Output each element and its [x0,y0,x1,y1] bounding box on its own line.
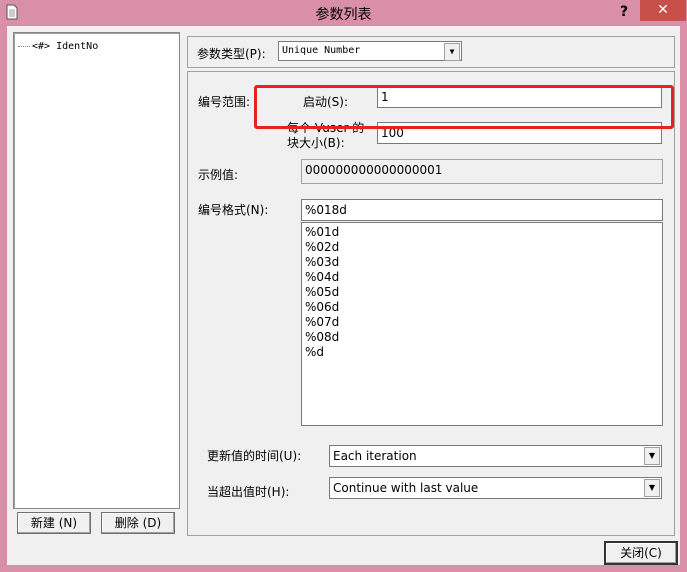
chevron-down-icon[interactable]: ▼ [644,479,660,497]
tree-item-identno[interactable]: <#> IdentNo [18,41,98,52]
out-of-values-select[interactable]: Continue with last value ▼ [329,477,662,499]
param-type-value: Unique Number [282,45,361,56]
highlight-box [254,85,674,129]
tree-item-label: <#> IdentNo [32,41,99,52]
list-item[interactable]: %06d [305,300,659,315]
list-item[interactable]: %08d [305,330,659,345]
list-item[interactable]: %02d [305,240,659,255]
out-of-values-value: Continue with last value [333,481,479,495]
list-item[interactable]: %01d [305,225,659,240]
parameter-list-window: 参数列表 ? ✕ <#> IdentNo 新建 (N) 删除 (D) 参数类型(… [0,0,687,572]
sample-label: 示例值: [198,168,239,182]
list-item[interactable]: %05d [305,285,659,300]
number-range-label: 编号范围: [198,95,251,109]
chevron-down-icon[interactable]: ▼ [644,447,660,465]
param-type-select[interactable]: Unique Number ▼ [278,41,462,61]
new-button[interactable]: 新建 (N) [17,512,91,534]
param-type-label: 参数类型(P): [197,47,266,61]
title-bar[interactable]: 参数列表 ? ✕ [0,0,687,26]
format-options-list[interactable]: %01d %02d %03d %04d %05d %06d %07d %08d … [301,222,663,426]
list-item[interactable]: %07d [305,315,659,330]
update-label: 更新值的时间(U): [207,449,302,463]
close-button[interactable]: 关闭(C) [604,541,678,565]
list-item[interactable]: %d [305,345,659,360]
block-size-label-line2: 块大小(B): [287,136,345,150]
close-window-button[interactable]: ✕ [640,0,686,21]
sample-value-field: 000000000000000001 [301,159,663,184]
chevron-down-icon[interactable]: ▼ [444,43,460,61]
update-select[interactable]: Each iteration ▼ [329,445,662,467]
list-item[interactable]: %04d [305,270,659,285]
update-value: Each iteration [333,449,417,463]
delete-button[interactable]: 删除 (D) [101,512,175,534]
out-of-values-label: 当超出值时(H): [207,485,290,499]
list-item[interactable]: %03d [305,255,659,270]
tree-connector [18,45,30,47]
window-title: 参数列表 [315,7,372,23]
parameter-tree[interactable]: <#> IdentNo [13,32,180,509]
help-button[interactable]: ? [612,2,636,22]
format-label: 编号格式(N): [198,203,269,217]
format-input[interactable]: %018d [301,199,663,221]
